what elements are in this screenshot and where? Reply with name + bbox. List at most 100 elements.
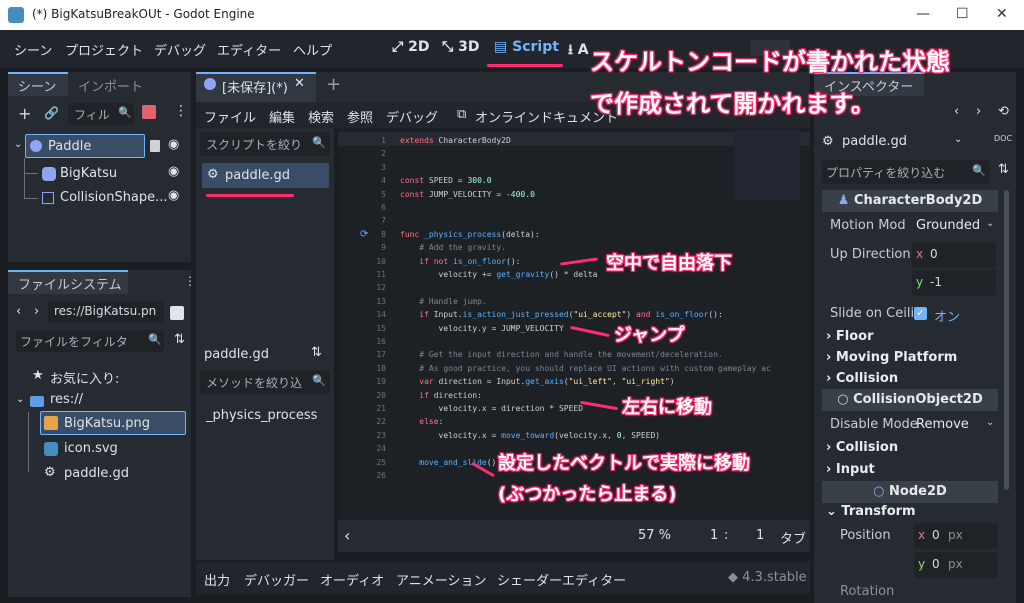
tab-scene[interactable]: シーン <box>18 76 56 95</box>
menu-scene[interactable]: シーン <box>14 40 52 59</box>
code-line[interactable]: 16 <box>338 337 808 349</box>
bottom-tab-debugger[interactable]: デバッガー <box>244 570 309 589</box>
chevron-down-icon[interactable]: ⌄ <box>986 417 994 428</box>
favorites-label[interactable]: お気に入り: <box>50 368 119 387</box>
workspace-2d[interactable]: ⤢ 2D <box>392 39 429 55</box>
tab-filesystem[interactable]: ファイルシステム <box>18 274 122 293</box>
indent-mode[interactable]: タブ <box>780 528 806 547</box>
filter-settings-icon[interactable]: ⇅ <box>998 162 1009 177</box>
script-filter-input[interactable]: スクリプトを絞り 🔍 <box>200 132 330 156</box>
bottom-tab-audio[interactable]: オーディオ <box>320 570 384 589</box>
code-line[interactable]: 23 velocity.x = move_toward(velocity.x, … <box>338 431 808 443</box>
back-icon[interactable]: ‹ <box>16 304 21 319</box>
property-filter-input[interactable]: プロパティを絞り込む 🔍 <box>822 160 990 184</box>
code-line[interactable]: 12 <box>338 283 808 295</box>
sort-icon[interactable]: ⇅ <box>311 345 322 360</box>
toggle-split-icon[interactable] <box>170 306 184 320</box>
code-line[interactable]: 21 velocity.x = direction * SPEED <box>338 404 808 416</box>
folder-root-label[interactable]: res:// <box>50 392 83 407</box>
inspector-scrollbar[interactable] <box>1004 190 1009 490</box>
disable-mode-select[interactable]: Remove <box>916 417 969 432</box>
doc-icon[interactable]: DOC <box>994 134 1012 143</box>
code-line[interactable]: 14 if Input.is_action_just_pressed("ui_a… <box>338 310 808 322</box>
workspace-script[interactable]: ▤ Script <box>494 39 559 55</box>
file-filter-input[interactable]: ファイルをフィルタ 🔍 <box>16 330 164 352</box>
slide-ceiling-checkbox[interactable]: ✓ <box>914 307 927 320</box>
menu-editor[interactable]: エディター <box>217 40 281 59</box>
script-menu-debug[interactable]: デバッグ <box>386 107 438 126</box>
file-item-paddle-gd[interactable]: paddle.gd <box>64 466 129 481</box>
close-button[interactable]: ✕ <box>996 6 1008 22</box>
method-override-icon[interactable]: ⟳ <box>360 229 368 240</box>
script-menu-search[interactable]: 検索 <box>308 107 334 126</box>
code-line[interactable]: 17 # Get the input direction and handle … <box>338 350 808 362</box>
add-node-icon[interactable]: + <box>18 104 31 123</box>
maximize-button[interactable]: ☐ <box>956 6 969 22</box>
forward-icon[interactable]: › <box>34 304 39 319</box>
close-tab-icon[interactable]: ✕ <box>294 76 305 91</box>
up-direction-y-field[interactable]: y -1 <box>912 270 996 296</box>
visibility-eye-icon[interactable]: ◉ <box>168 137 179 152</box>
menu-dots-icon[interactable]: ⋮ <box>184 274 196 288</box>
collapse-icon[interactable]: ⌄ <box>16 394 24 405</box>
up-direction-x-field[interactable]: x 0 <box>912 242 996 268</box>
chevron-down-icon[interactable]: ⌄ <box>954 134 962 145</box>
add-tab-button[interactable]: + <box>326 74 341 95</box>
workspace-assetlib[interactable]: ⭳ A <box>568 39 589 63</box>
code-line[interactable]: 19 var direction = Input.get_axis("ui_le… <box>338 377 808 389</box>
code-line[interactable]: 11 velocity += get_gravity() * delta <box>338 270 808 282</box>
menu-dots-icon[interactable]: ⋮ <box>174 103 188 119</box>
code-line[interactable]: 20 if direction: <box>338 391 808 403</box>
script-menu-file[interactable]: ファイル <box>204 107 256 126</box>
code-line[interactable]: 3 <box>338 163 808 175</box>
code-line[interactable]: 2 <box>338 149 808 161</box>
bottom-tab-output[interactable]: 出力 <box>204 570 230 589</box>
sort-icon[interactable]: ⇅ <box>174 332 185 347</box>
minimize-button[interactable]: — <box>916 6 930 22</box>
code-line[interactable]: 13 # Handle jump. <box>338 297 808 309</box>
forward-icon[interactable]: › <box>976 104 981 119</box>
collapse-icon[interactable]: ⌄ <box>14 139 22 150</box>
section-collision-2[interactable]: › Collision <box>826 440 898 455</box>
position-x-field[interactable]: x 0 px <box>914 523 998 549</box>
code-line[interactable]: 8 func _physics_process(delta): <box>338 230 808 242</box>
menu-debug[interactable]: デバッグ <box>154 40 206 59</box>
chevron-down-icon[interactable]: ⌄ <box>986 218 994 229</box>
bottom-tab-shader[interactable]: シェーダーエディター <box>497 570 626 589</box>
visibility-eye-icon[interactable]: ◉ <box>168 188 179 203</box>
code-line[interactable]: 6 <box>338 203 808 215</box>
section-transform[interactable]: ⌄ Transform <box>826 504 916 519</box>
menu-help[interactable]: ヘルプ <box>293 40 332 59</box>
history-icon[interactable]: ⟲ <box>998 104 1009 119</box>
code-line[interactable]: 1 extends CharacterBody2D <box>338 136 808 148</box>
path-field[interactable]: res://BigKatsu.pn <box>48 301 164 323</box>
back-icon[interactable]: ‹ <box>344 526 350 545</box>
script-menu-goto[interactable]: 参照 <box>347 107 373 126</box>
section-floor[interactable]: › Floor <box>826 329 874 344</box>
section-input[interactable]: › Input <box>826 462 875 477</box>
scene-filter-input[interactable]: フィル 🔍 <box>68 103 134 125</box>
code-line[interactable]: 18 # As good practice, you should replac… <box>338 364 808 376</box>
code-line[interactable]: 5 const JUMP_VELOCITY = -400.0 <box>338 190 808 202</box>
code-line[interactable]: 9 # Add the gravity. <box>338 243 808 255</box>
motion-mode-select[interactable]: Grounded <box>916 218 980 233</box>
resource-name[interactable]: paddle.gd <box>842 134 907 149</box>
tab-import[interactable]: インポート <box>78 76 143 95</box>
section-collision[interactable]: › Collision <box>826 371 898 386</box>
code-line[interactable]: 4 const SPEED = 300.0 <box>338 176 808 188</box>
visibility-eye-icon[interactable]: ◉ <box>168 164 179 179</box>
method-item[interactable]: _physics_process <box>206 408 317 423</box>
file-item-icon-svg[interactable]: icon.svg <box>64 441 118 456</box>
code-line[interactable]: 7 <box>338 216 808 228</box>
zoom-level[interactable]: 57 % <box>638 528 671 543</box>
script-attach-icon[interactable] <box>142 105 156 119</box>
menu-project[interactable]: プロジェクト <box>65 40 143 59</box>
bottom-tab-animation[interactable]: アニメーション <box>396 570 486 589</box>
script-icon[interactable] <box>150 140 160 152</box>
method-filter-input[interactable]: メソッドを絞り込 🔍 <box>200 370 330 394</box>
code-line[interactable]: 22 else: <box>338 417 808 429</box>
link-icon[interactable]: 🔗 <box>44 106 59 120</box>
back-icon[interactable]: ‹ <box>954 104 959 119</box>
script-menu-edit[interactable]: 編集 <box>269 107 295 126</box>
position-y-field[interactable]: y 0 px <box>914 552 998 578</box>
